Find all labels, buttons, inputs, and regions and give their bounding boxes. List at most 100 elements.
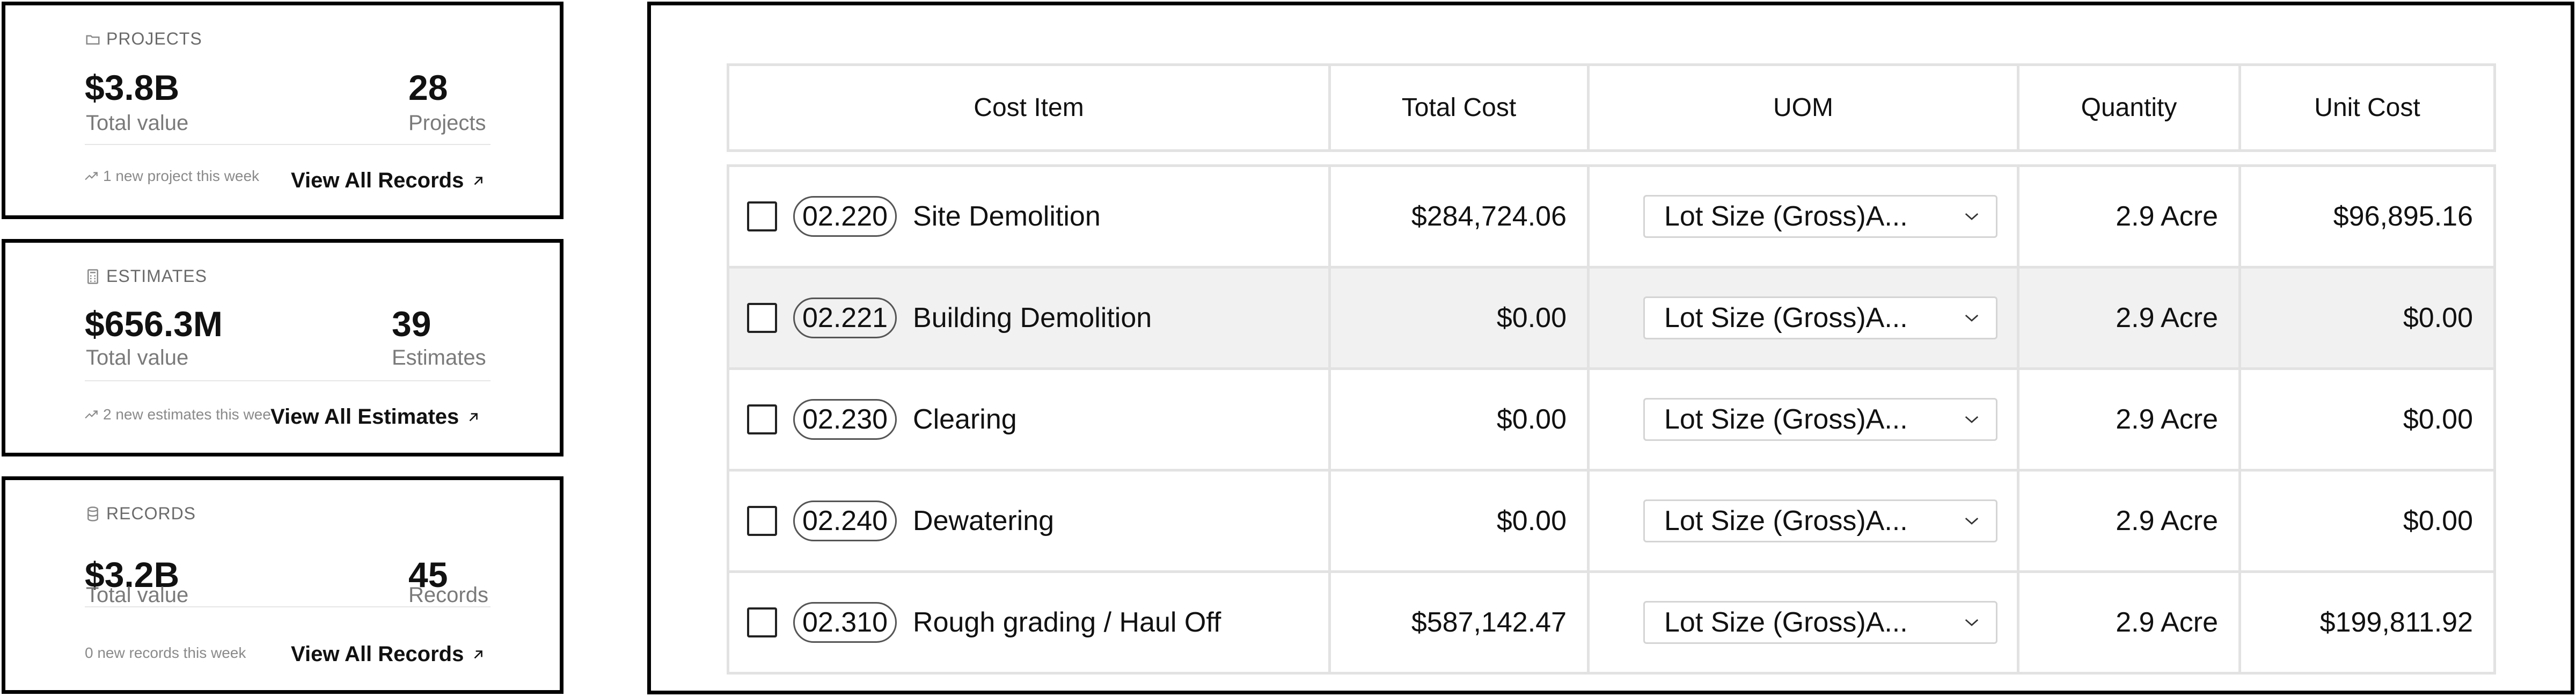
- records-trend: 0 new records this week: [85, 644, 246, 662]
- records-section-label: RECORDS: [106, 504, 196, 523]
- table-row-cost-item: 02.230 Clearing: [727, 367, 1331, 472]
- estimates-count: 39: [392, 304, 431, 344]
- chevron-down-icon: [1965, 619, 1979, 626]
- cost-item-name: Rough grading / Haul Off: [913, 607, 1221, 638]
- chevron-down-icon: [1965, 517, 1979, 525]
- unit-cost-cell: $0.00: [2238, 367, 2496, 472]
- row-checkbox[interactable]: [747, 303, 777, 333]
- calculator-icon: [87, 269, 98, 284]
- uom-select-value: Lot Size (Gross)A...: [1664, 404, 1908, 435]
- cost-item-name: Dewatering: [913, 505, 1055, 536]
- estimates-section-label: ESTIMATES: [106, 266, 207, 286]
- projects-trend-text: 1 new project this week: [103, 168, 260, 184]
- records-total-value-label: Total value: [86, 583, 189, 607]
- view-all-records-label: View All Records: [291, 169, 464, 192]
- uom-select[interactable]: Lot Size (Gross)A...: [1643, 398, 1997, 441]
- cost-code-badge: 02.240: [793, 500, 897, 542]
- chevron-down-icon: [1965, 213, 1979, 220]
- total-cost-cell: $0.00: [1328, 469, 1590, 573]
- projects-trend: 1 new project this week: [85, 168, 259, 185]
- trend-up-icon: [85, 410, 98, 419]
- cost-item-name: Site Demolition: [913, 201, 1101, 232]
- uom-select-value: Lot Size (Gross)A...: [1664, 505, 1908, 536]
- trend-up-icon: [85, 172, 98, 180]
- records-trend-text: 0 new records this week: [85, 644, 246, 661]
- projects-card-header: PROJECTS: [85, 29, 202, 49]
- estimates-trend: 2 new estimates this week: [85, 406, 279, 423]
- quantity-cell: 2.9 Acre: [2017, 266, 2241, 370]
- view-all-records-link[interactable]: View All Records: [291, 169, 486, 193]
- arrow-up-right-icon: [474, 176, 483, 185]
- quantity-cell: 2.9 Acre: [2017, 570, 2241, 675]
- quantity-cell: 2.9 Acre: [2017, 469, 2241, 573]
- arrow-up-right-icon: [469, 412, 478, 421]
- database-icon: [87, 506, 98, 521]
- header-uom[interactable]: UOM: [1587, 63, 2019, 152]
- quantity-cell: 2.9 Acre: [2017, 164, 2241, 269]
- view-all-estimates-label: View All Estimates: [270, 405, 459, 429]
- row-checkbox[interactable]: [747, 607, 777, 637]
- row-checkbox[interactable]: [747, 404, 777, 434]
- uom-select[interactable]: Lot Size (Gross)A...: [1643, 601, 1997, 644]
- estimates-total-value-label: Total value: [86, 346, 189, 369]
- cost-code-badge: 02.220: [793, 195, 897, 237]
- uom-cell: Lot Size (Gross)A...: [1587, 164, 2019, 269]
- total-cost-cell: $284,724.06: [1328, 164, 1590, 269]
- arrow-up-right-icon: [474, 650, 483, 658]
- view-all-records-link[interactable]: View All Records: [291, 642, 486, 666]
- row-checkbox[interactable]: [747, 506, 777, 536]
- projects-count-label: Projects: [408, 111, 486, 135]
- unit-cost-cell: $0.00: [2238, 266, 2496, 370]
- header-quantity[interactable]: Quantity: [2017, 63, 2241, 152]
- uom-cell: Lot Size (Gross)A...: [1587, 266, 2019, 370]
- uom-select[interactable]: Lot Size (Gross)A...: [1643, 499, 1997, 542]
- uom-select[interactable]: Lot Size (Gross)A...: [1643, 195, 1997, 238]
- header-cost-item[interactable]: Cost Item: [727, 63, 1331, 152]
- chevron-down-icon: [1965, 314, 1979, 322]
- table-row-cost-item: 02.240 Dewatering: [727, 469, 1331, 573]
- chevron-down-icon: [1965, 416, 1979, 423]
- quantity-cell: 2.9 Acre: [2017, 367, 2241, 472]
- cost-code-badge: 02.230: [793, 398, 897, 440]
- projects-section-label: PROJECTS: [106, 29, 202, 48]
- header-total-cost[interactable]: Total Cost: [1328, 63, 1590, 152]
- unit-cost-cell: $0.00: [2238, 469, 2496, 573]
- total-cost-cell: $587,142.47: [1328, 570, 1590, 675]
- folder-icon: [86, 35, 100, 45]
- estimates-trend-text: 2 new estimates this week: [103, 406, 279, 423]
- estimates-total-value: $656.3M: [85, 304, 223, 344]
- projects-card: PROJECTS $3.8B Total value 28 Projects 1…: [2, 2, 564, 219]
- cost-item-name: Building Demolition: [913, 302, 1152, 334]
- records-card-header: RECORDS: [85, 504, 196, 524]
- table-row-cost-item: 02.220 Site Demolition: [727, 164, 1331, 269]
- estimates-count-label: Estimates: [392, 346, 486, 369]
- projects-total-value-label: Total value: [86, 111, 189, 135]
- unit-cost-cell: $199,811.92: [2238, 570, 2496, 675]
- cost-code-badge: 02.221: [793, 297, 897, 339]
- projects-count: 28: [408, 68, 448, 107]
- estimates-card: ESTIMATES $656.3M Total value 39 Estimat…: [2, 239, 564, 456]
- projects-total-value: $3.8B: [85, 68, 180, 107]
- view-all-estimates-link[interactable]: View All Estimates: [270, 405, 481, 429]
- uom-cell: Lot Size (Gross)A...: [1587, 367, 2019, 472]
- uom-cell: Lot Size (Gross)A...: [1587, 570, 2019, 675]
- cost-items-panel: Cost Item Total Cost UOM Quantity Unit C…: [647, 2, 2574, 694]
- records-card: RECORDS $3.2B Total value 45 Records 0 n…: [2, 476, 564, 694]
- header-unit-cost[interactable]: Unit Cost: [2238, 63, 2496, 152]
- uom-select-value: Lot Size (Gross)A...: [1664, 201, 1908, 232]
- total-cost-cell: $0.00: [1328, 266, 1590, 370]
- table-row-cost-item: 02.310 Rough grading / Haul Off: [727, 570, 1331, 675]
- records-divider: [85, 606, 491, 607]
- uom-select-value: Lot Size (Gross)A...: [1664, 607, 1908, 638]
- uom-select-value: Lot Size (Gross)A...: [1664, 302, 1908, 334]
- cost-item-name: Clearing: [913, 404, 1017, 435]
- estimates-card-header: ESTIMATES: [85, 266, 207, 286]
- uom-select[interactable]: Lot Size (Gross)A...: [1643, 296, 1997, 339]
- row-checkbox[interactable]: [747, 201, 777, 231]
- cost-code-badge: 02.310: [793, 601, 897, 643]
- total-cost-cell: $0.00: [1328, 367, 1590, 472]
- table-row-cost-item: 02.221 Building Demolition: [727, 266, 1331, 370]
- uom-cell: Lot Size (Gross)A...: [1587, 469, 2019, 573]
- view-all-records-label: View All Records: [291, 642, 464, 666]
- records-count-label: Records: [408, 583, 488, 607]
